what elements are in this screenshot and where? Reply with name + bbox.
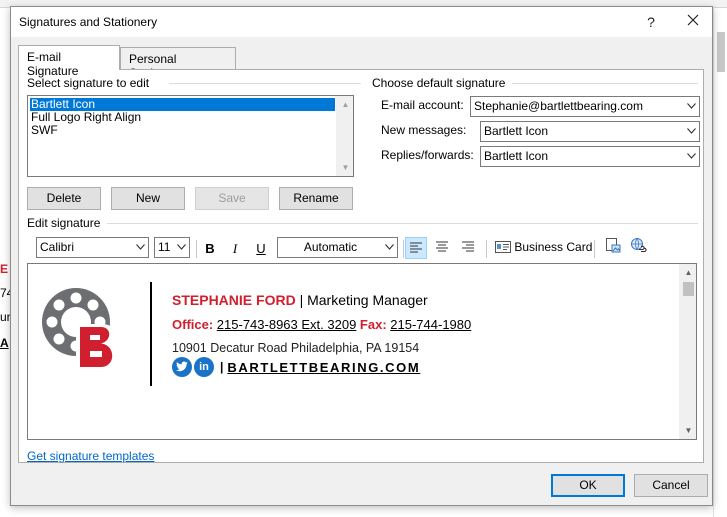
italic-button[interactable]: I bbox=[224, 238, 246, 260]
signature-list-item[interactable]: SWF bbox=[30, 124, 335, 137]
signature-name-line: STEPHANIE FORD | Marketing Manager bbox=[172, 292, 428, 308]
scroll-thumb[interactable] bbox=[683, 282, 694, 296]
website-link[interactable]: BARTLETTBEARING.COM bbox=[227, 360, 420, 375]
tab-personal-stationery[interactable]: Personal Stationery bbox=[120, 47, 236, 80]
signature-title: Marketing Manager bbox=[307, 292, 428, 308]
scroll-down-icon[interactable]: ▼ bbox=[680, 422, 696, 439]
edit-signature-label: Edit signature bbox=[27, 216, 101, 230]
fax-phone-link[interactable]: 215-744-1980 bbox=[390, 317, 471, 332]
font-size-value: 11 bbox=[158, 240, 171, 254]
signature-name: STEPHANIE FORD bbox=[172, 292, 296, 308]
insert-picture-icon bbox=[606, 238, 621, 253]
close-button[interactable] bbox=[679, 11, 707, 33]
email-account-select[interactable]: Stephanie@bartlettbearing.com bbox=[470, 96, 700, 117]
signatures-dialog: Signatures and Stationery ? E-mail Signa… bbox=[10, 6, 713, 506]
scroll-down-icon[interactable]: ▼ bbox=[337, 159, 354, 176]
hyperlink-icon bbox=[631, 238, 648, 253]
align-left-icon bbox=[410, 242, 422, 253]
email-account-value: Stephanie@bartlettbearing.com bbox=[474, 99, 643, 113]
chevron-down-icon[interactable] bbox=[682, 147, 699, 166]
align-center-icon bbox=[436, 241, 448, 252]
insert-hyperlink-button[interactable] bbox=[628, 237, 650, 259]
chevron-down-icon[interactable] bbox=[172, 238, 189, 257]
tab-email-signature[interactable]: E-mail Signature bbox=[18, 45, 120, 78]
new-button[interactable]: New bbox=[111, 187, 185, 210]
signature-list-item[interactable]: Full Logo Right Align bbox=[30, 111, 335, 124]
default-signature-label: Choose default signature bbox=[372, 76, 506, 90]
dialog-title: Signatures and Stationery bbox=[19, 15, 158, 29]
chevron-down-icon[interactable] bbox=[682, 122, 699, 141]
tab-label: E-mail Signature bbox=[27, 50, 79, 78]
background-scrollbar bbox=[713, 8, 727, 517]
new-messages-select[interactable]: Bartlett Icon bbox=[480, 121, 700, 142]
signature-templates-link[interactable]: Get signature templates bbox=[27, 449, 154, 463]
chevron-down-icon[interactable] bbox=[682, 97, 699, 116]
office-phone-link[interactable]: 215-743-8963 Ext. 3209 bbox=[217, 317, 357, 332]
replies-forwards-value: Bartlett Icon bbox=[484, 149, 549, 163]
twitter-icon[interactable] bbox=[172, 357, 192, 377]
ok-button[interactable]: OK bbox=[551, 474, 625, 497]
business-card-button[interactable]: Business Card bbox=[495, 239, 592, 259]
font-value: Calibri bbox=[40, 240, 75, 254]
close-icon bbox=[687, 14, 699, 26]
align-right-icon bbox=[462, 241, 474, 252]
business-card-label: Business Card bbox=[514, 239, 593, 254]
signature-phone-line: Office: 215-743-8963 Ext. 3209 Fax: 215-… bbox=[172, 317, 471, 332]
bold-button[interactable]: B bbox=[199, 238, 221, 260]
new-messages-value: Bartlett Icon bbox=[484, 124, 549, 138]
fax-label: Fax: bbox=[359, 317, 387, 332]
align-center-button[interactable] bbox=[431, 237, 453, 259]
editor-scrollbar[interactable]: ▲ ▼ bbox=[679, 264, 696, 439]
website-separator: | bbox=[220, 360, 224, 374]
rename-button[interactable]: Rename bbox=[279, 187, 353, 210]
signature-divider bbox=[150, 282, 152, 386]
background-text-fragment: A bbox=[0, 336, 9, 350]
delete-button[interactable]: Delete bbox=[27, 187, 101, 210]
business-card-icon bbox=[495, 240, 511, 253]
signature-editor[interactable]: STEPHANIE FORD | Marketing Manager Offic… bbox=[27, 263, 697, 440]
scroll-up-icon[interactable]: ▲ bbox=[337, 96, 354, 113]
font-select[interactable]: Calibri bbox=[36, 237, 149, 258]
font-color-select[interactable]: Automatic bbox=[277, 237, 398, 258]
chevron-down-icon[interactable] bbox=[380, 238, 397, 257]
listbox-scrollbar[interactable]: ▲ ▼ bbox=[336, 96, 353, 176]
new-messages-label: New messages: bbox=[381, 123, 467, 137]
linkedin-icon[interactable]: in bbox=[194, 357, 214, 377]
font-color-value: Automatic bbox=[303, 240, 358, 254]
email-signature-panel: Select signature to edit Bartlett Icon F… bbox=[18, 69, 704, 463]
chevron-down-icon[interactable] bbox=[131, 238, 148, 257]
email-account-label: E-mail account: bbox=[381, 98, 464, 112]
dialog-titlebar: Signatures and Stationery ? bbox=[11, 7, 712, 37]
align-left-button[interactable] bbox=[405, 237, 427, 259]
office-label: Office: bbox=[172, 317, 214, 332]
signature-listbox[interactable]: Bartlett Icon Full Logo Right Align SWF … bbox=[27, 95, 354, 177]
signature-address: 10901 Decatur Road Philadelphia, PA 1915… bbox=[172, 341, 420, 355]
background-text-fragment: E bbox=[0, 262, 9, 276]
font-size-select[interactable]: 11 bbox=[154, 237, 190, 258]
insert-picture-button[interactable] bbox=[602, 237, 624, 259]
replies-forwards-label: Replies/forwards: bbox=[381, 148, 474, 162]
save-button[interactable]: Save bbox=[195, 187, 269, 210]
cancel-button[interactable]: Cancel bbox=[634, 474, 708, 497]
bartlett-logo-icon bbox=[42, 288, 117, 370]
align-right-button[interactable] bbox=[457, 237, 479, 259]
signature-separator: | bbox=[295, 292, 308, 308]
signature-social-line: in | BARTLETTBEARING.COM bbox=[172, 357, 420, 377]
select-signature-label: Select signature to edit bbox=[27, 76, 150, 90]
scroll-up-icon[interactable]: ▲ bbox=[680, 264, 696, 281]
help-button[interactable]: ? bbox=[637, 11, 665, 33]
replies-forwards-select[interactable]: Bartlett Icon bbox=[480, 146, 700, 167]
underline-button[interactable]: U bbox=[250, 238, 272, 260]
